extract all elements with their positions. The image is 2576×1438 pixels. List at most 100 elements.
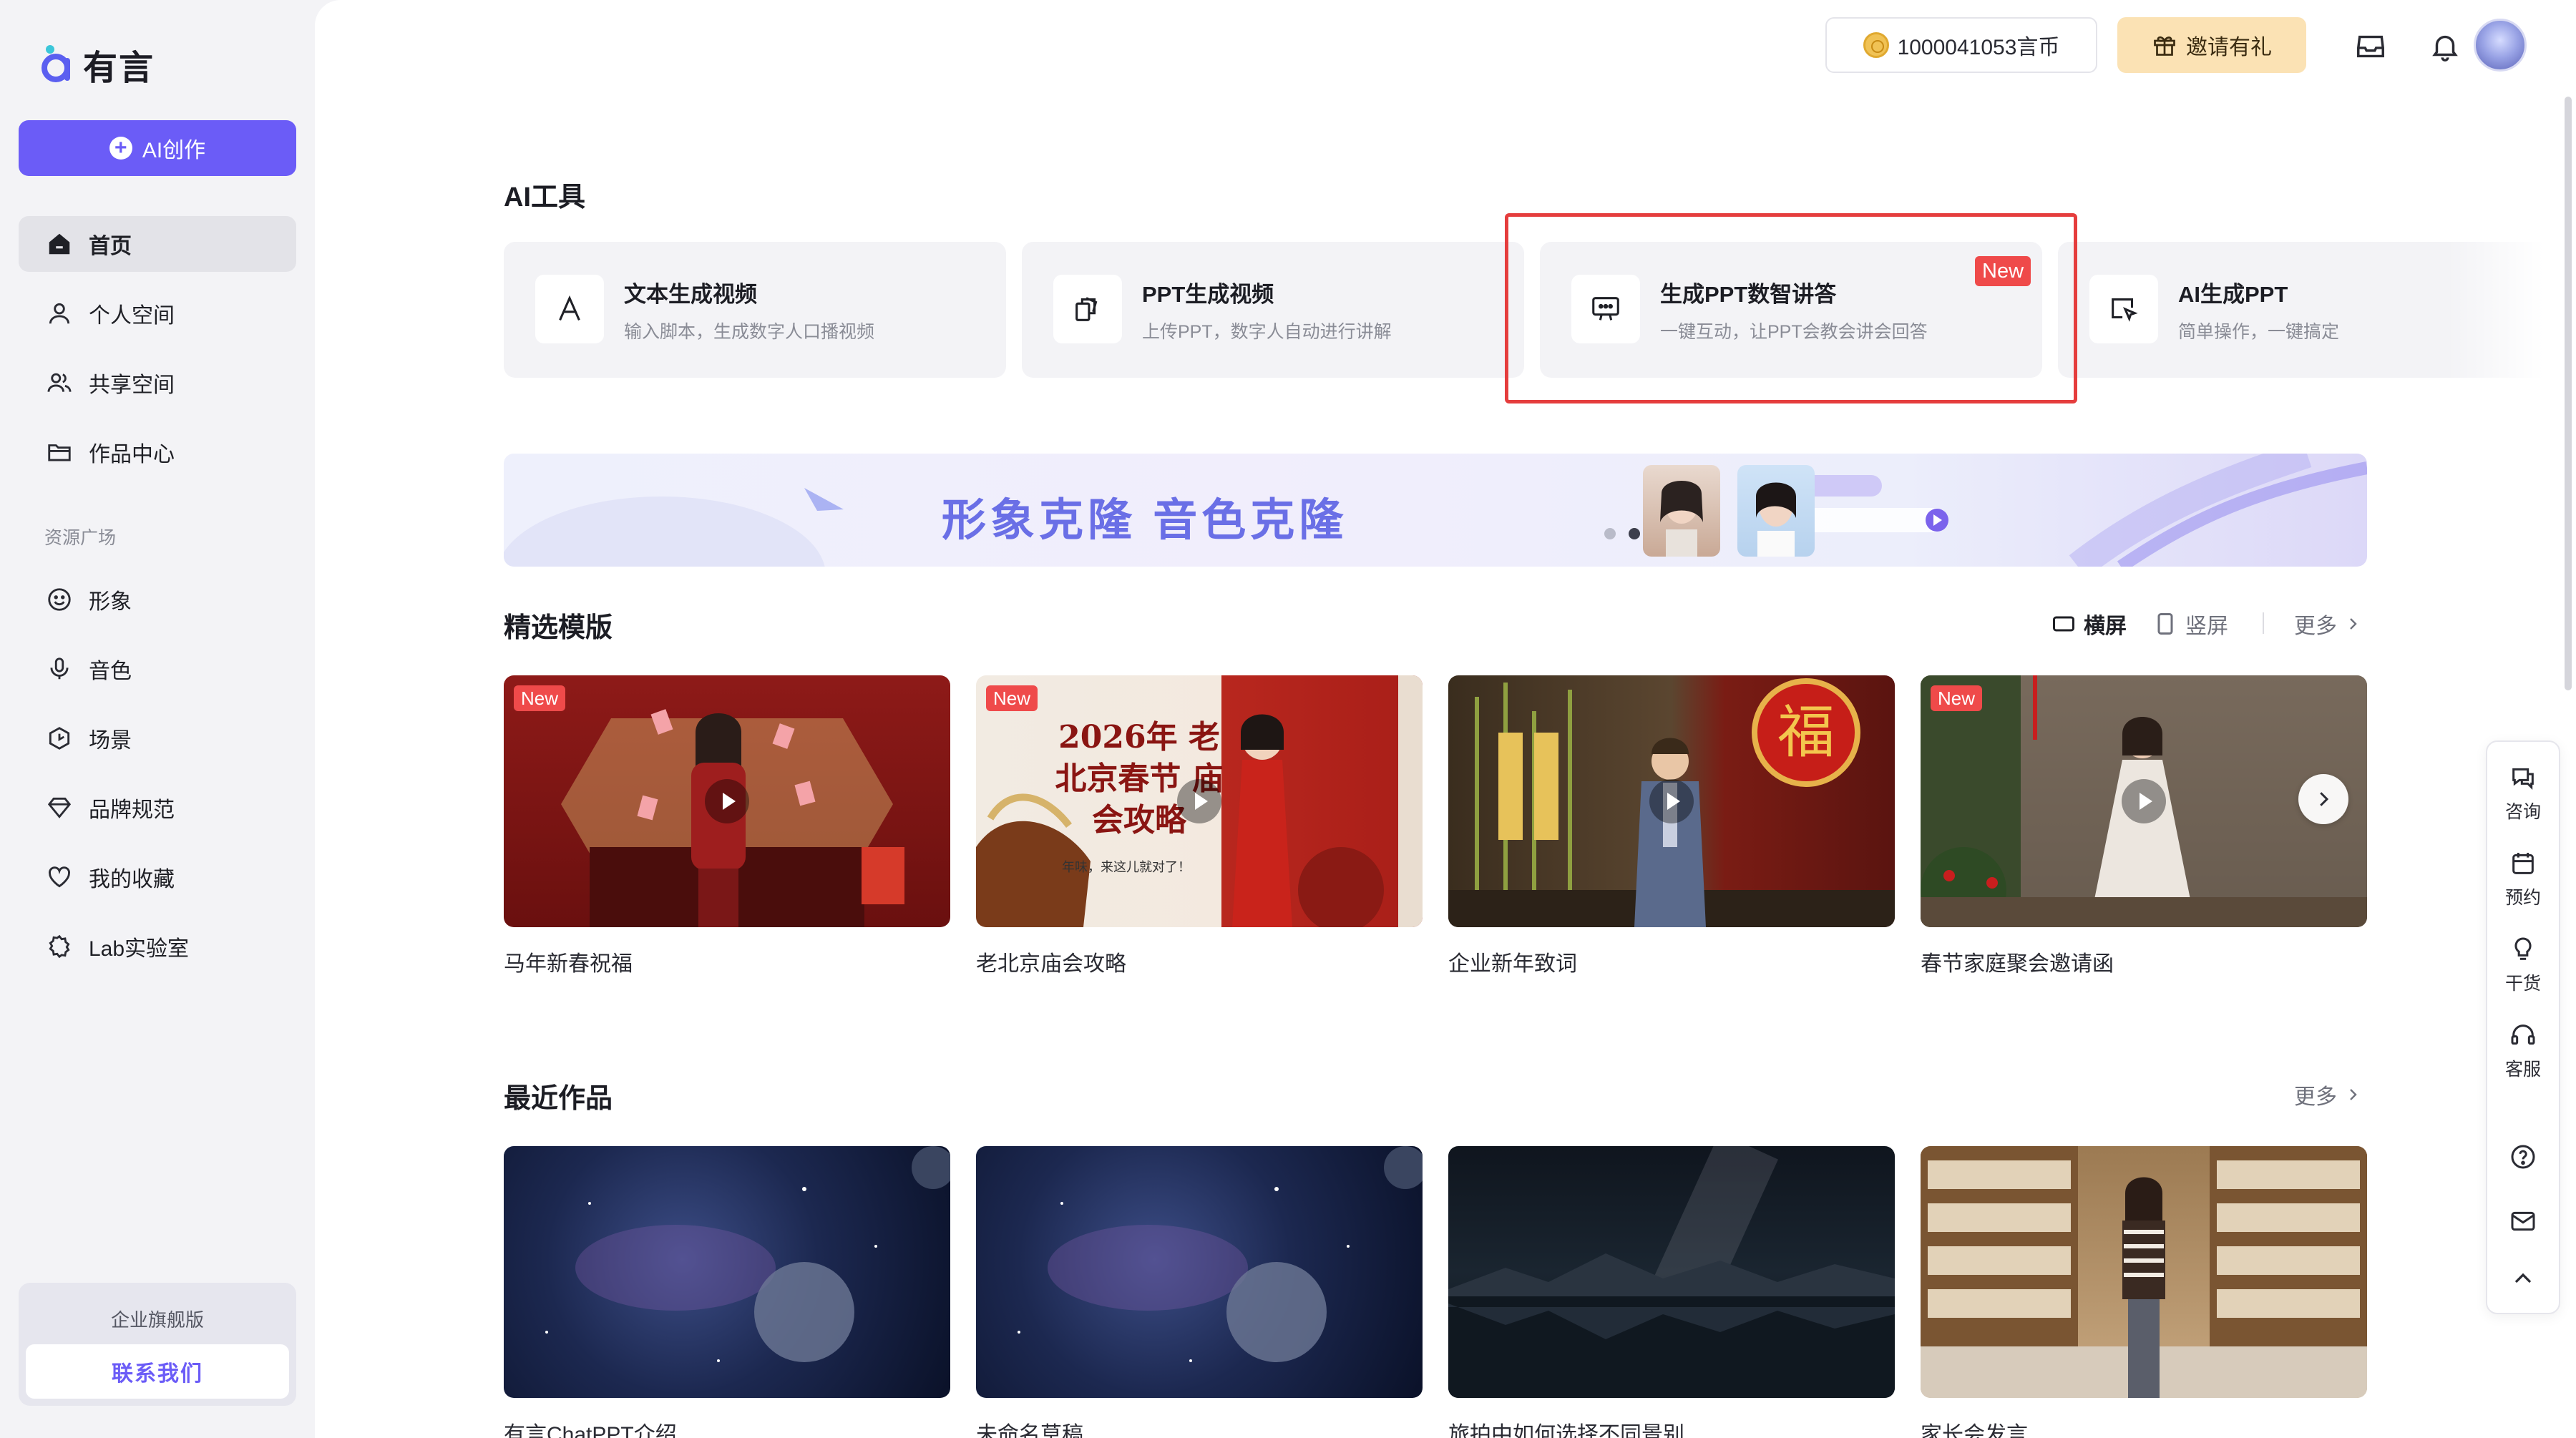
sidebar-item-scene[interactable]: 场景 (19, 710, 296, 766)
smile-icon (48, 588, 71, 611)
tool-card-ppt-to-video[interactable]: PPT生成视频 上传PPT，数字人自动进行讲解 (1022, 242, 1524, 378)
customer-service-label: 客服 (2504, 1060, 2541, 1080)
sidebar-item-avatar[interactable]: 形象 (19, 572, 296, 627)
play-icon[interactable] (2122, 779, 2166, 823)
home-icon (49, 233, 70, 255)
coin-balance: 1000041053言币 (1897, 36, 2060, 59)
ai-tools-title: AI工具 (504, 182, 586, 212)
sidebar-item-works-center[interactable]: 作品中心 (19, 424, 296, 480)
user-avatar[interactable] (2474, 19, 2527, 72)
work-thumb-image (1018, 1146, 1423, 1362)
recent-title: 最近作品 (504, 1084, 613, 1114)
landscape-icon (2053, 616, 2074, 632)
chevron-right-icon (2350, 1089, 2357, 1100)
sidebar-item-shared-space[interactable]: 共享空间 (19, 355, 296, 411)
work-name: 有言ChatPPT介绍 (504, 1423, 677, 1438)
appointment-label: 预约 (2504, 888, 2541, 908)
play-icon[interactable] (1177, 779, 1221, 823)
tools-fade-overlay (2447, 242, 2576, 378)
main-content: 1000041053言币 邀请有礼 AI工具 文本生成视频 输入脚本，生成数字人… (315, 0, 2576, 1438)
chevron-right-icon (2320, 792, 2329, 806)
work-thumb-image (545, 1146, 950, 1362)
work-card[interactable] (1448, 1146, 1895, 1398)
floating-service-panel: 咨询 预约 干货 客服 (2486, 740, 2560, 1314)
sidebar-item-label: 个人空间 (89, 304, 175, 328)
banner-face-avatar-1 (1643, 465, 1720, 557)
mail-icon (2511, 1211, 2535, 1231)
promo-banner[interactable]: 形象克隆 音色克隆 (504, 454, 2367, 567)
plus-icon: + (109, 137, 132, 160)
gear-icon (49, 934, 70, 959)
tool-desc: 输入脚本，生成数字人口播视频 (624, 322, 875, 342)
folder-icon (48, 444, 71, 461)
template-card[interactable]: New (504, 675, 950, 927)
fu-character: 福 (1777, 699, 1835, 766)
view-portrait-toggle[interactable]: 竖屏 (2152, 608, 2228, 640)
carousel-next-button[interactable] (2298, 774, 2348, 824)
tips-button[interactable]: 干货 (2487, 935, 2559, 995)
calendar-icon (2512, 853, 2534, 874)
coin-balance-button[interactable]: 1000041053言币 (1825, 17, 2097, 73)
brand-logo[interactable]: 有言 (40, 36, 155, 93)
chevron-right-icon (2350, 618, 2357, 630)
diamond-icon (47, 797, 72, 818)
help-button[interactable] (2487, 1143, 2559, 1177)
work-thumb-image (1448, 1146, 1895, 1398)
sidebar-item-favorites[interactable]: 我的收藏 (19, 849, 296, 905)
divider (2263, 612, 2264, 634)
recent-more-link[interactable]: 更多 (2294, 1079, 2361, 1110)
tool-title: AI生成PPT (2178, 282, 2288, 307)
help-circle-icon (2511, 1145, 2535, 1169)
template-name: 企业新年致词 (1448, 952, 1577, 976)
tool-title: 文本生成视频 (624, 282, 757, 307)
work-card[interactable] (504, 1146, 950, 1398)
new-badge: New (514, 685, 566, 711)
sidebar-item-home[interactable]: 首页 (19, 216, 296, 272)
inbox-icon[interactable] (2354, 30, 2387, 63)
sidebar-item-label: 品牌规范 (89, 798, 175, 822)
featured-more-link[interactable]: 更多 (2294, 608, 2361, 640)
consult-icon (2512, 768, 2534, 790)
invite-button[interactable]: 邀请有礼 (2117, 17, 2306, 73)
appointment-button[interactable]: 预约 (2487, 849, 2559, 909)
sidebar-item-label: 共享空间 (89, 373, 175, 397)
sidebar-item-lab[interactable]: Lab实验室 (19, 919, 296, 974)
view-landscape-toggle[interactable]: 横屏 (2051, 608, 2127, 640)
banner-pagination[interactable] (1604, 528, 1640, 539)
mail-button[interactable] (2487, 1207, 2559, 1241)
highlight-annotation-box (1505, 213, 2077, 403)
new-badge: New (986, 685, 1038, 711)
sidebar-item-label: Lab实验室 (89, 937, 190, 961)
back-to-top-button[interactable] (2487, 1264, 2559, 1298)
sidebar-item-label: 音色 (89, 660, 132, 683)
page-scrollbar[interactable] (2565, 97, 2572, 690)
tool-title: PPT生成视频 (1142, 282, 1274, 307)
consult-button[interactable]: 咨询 (2487, 763, 2559, 823)
sidebar-item-personal-space[interactable]: 个人空间 (19, 285, 296, 341)
sidebar-item-label: 场景 (89, 729, 132, 753)
customer-service-button[interactable]: 客服 (2487, 1021, 2559, 1081)
work-card[interactable] (1921, 1146, 2367, 1398)
sidebar-item-voice[interactable]: 音色 (19, 641, 296, 697)
cursor-slide-icon (2112, 298, 2138, 322)
landscape-label: 横屏 (2084, 615, 2127, 638)
cube-icon (49, 727, 70, 750)
sidebar-item-brand-spec[interactable]: 品牌规范 (19, 780, 296, 836)
contact-us-button[interactable]: 联系我们 (26, 1344, 289, 1399)
banner-decoration (504, 454, 2367, 567)
tool-card-text-to-video[interactable]: 文本生成视频 输入脚本，生成数字人口播视频 (504, 242, 1006, 378)
resource-section-title: 资源广场 (44, 528, 117, 548)
ai-create-button[interactable]: + AI创作 (19, 120, 296, 176)
template-card[interactable]: 2026年 老北京春节 庙会攻略 年味，来这儿就对了！ New (976, 675, 1423, 927)
bell-icon[interactable] (2429, 30, 2462, 63)
template-card[interactable]: 福 (1448, 675, 1895, 927)
work-name: 家长会发言 (1921, 1423, 2028, 1438)
play-icon[interactable] (705, 779, 749, 823)
work-card[interactable] (976, 1146, 1423, 1398)
work-thumb-image (1921, 1146, 2367, 1398)
featured-title: 精选模版 (504, 613, 613, 643)
headset-icon (2511, 1024, 2535, 1045)
heart-icon (49, 866, 70, 888)
play-icon[interactable] (1649, 779, 1694, 823)
ai-create-label: AI创作 (142, 139, 206, 162)
